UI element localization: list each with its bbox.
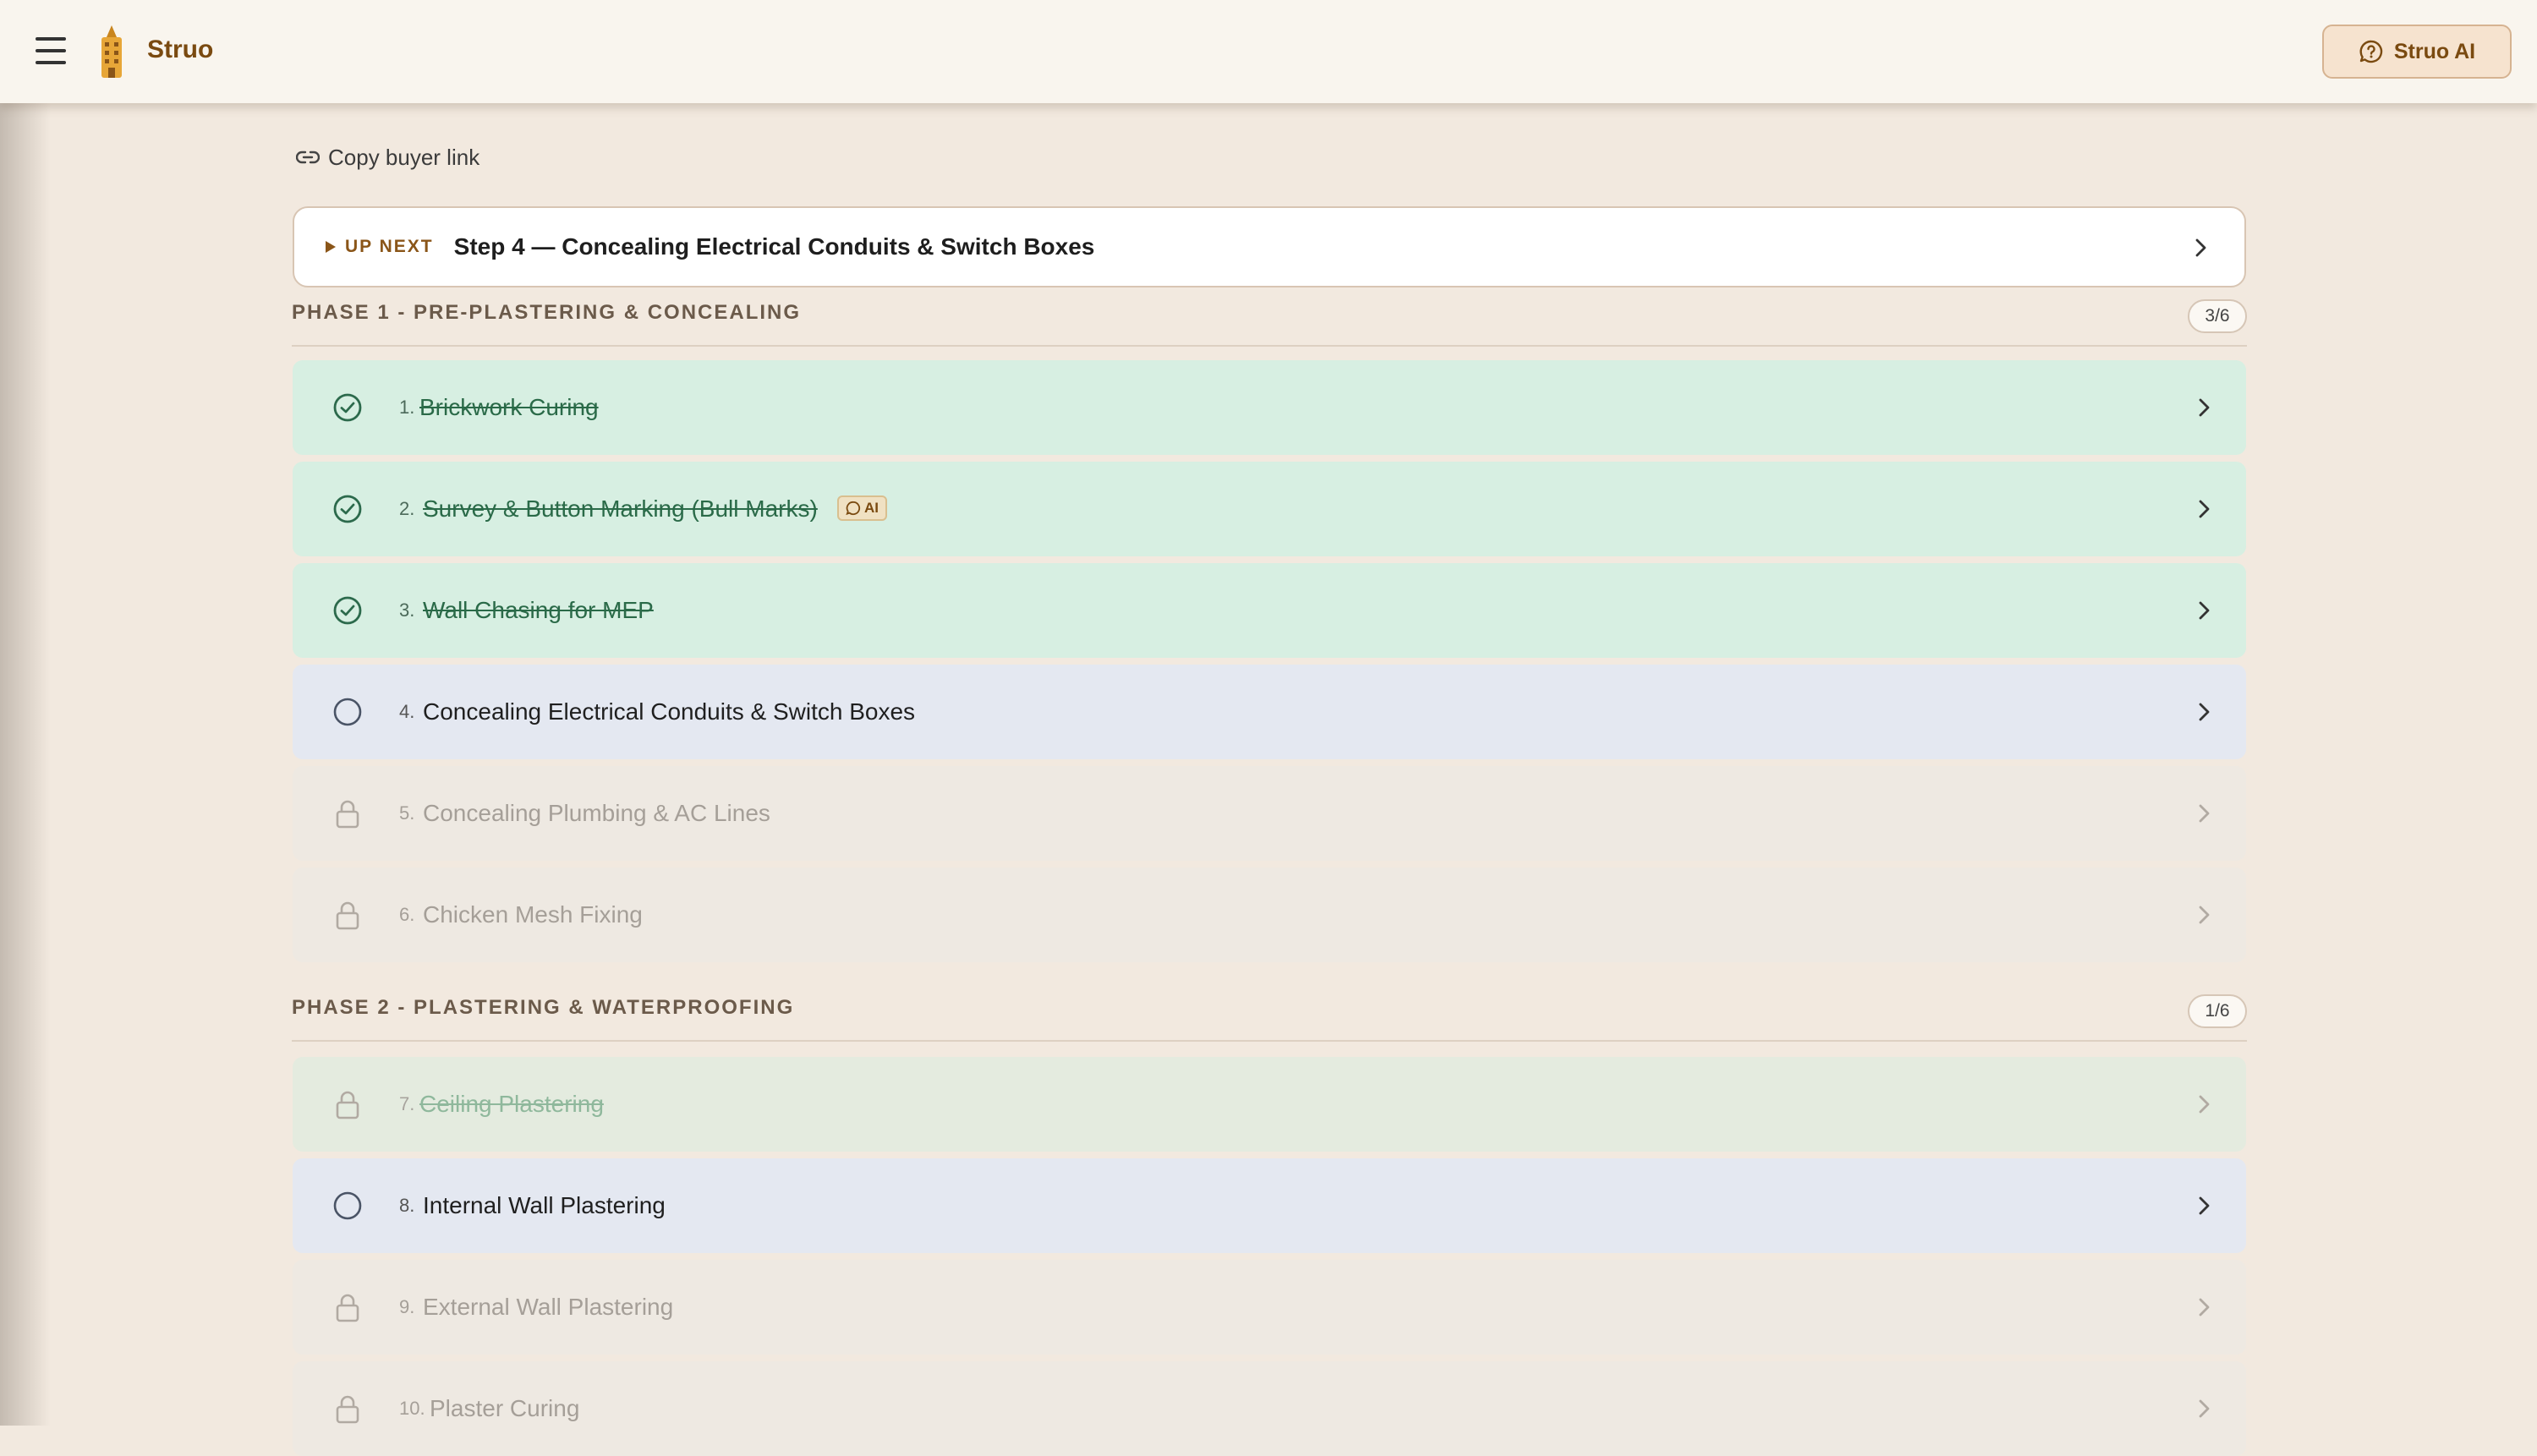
step-label: Survey & Button Marking (Bull Marks) [423,495,818,522]
phase-title: PHASE 1 - PRE-PLASTERING & CONCEALING [292,301,802,324]
step-label: External Wall Plastering [423,1294,674,1320]
check-circle-icon [333,393,362,422]
chat-help-icon [846,501,861,516]
link-icon [296,151,320,164]
lock-icon [336,1395,359,1424]
empty-circle-icon [333,698,362,726]
step-number: 5. [399,802,415,824]
step-row[interactable]: 3. Wall Chasing for MEP [293,563,2246,658]
phase-progress-badge: 3/6 [2188,299,2247,333]
step-number: 8. [399,1195,415,1216]
ai-badge-label: AI [864,500,879,516]
chevron-right-icon [2199,1095,2210,1114]
step-row[interactable]: 5. Concealing Plumbing & AC Lines [293,766,2246,861]
phase-1-header: PHASE 1 - PRE-PLASTERING & CONCEALING 3/… [292,289,2247,347]
chevron-right-icon [2199,398,2210,417]
step-label: Internal Wall Plastering [423,1192,666,1218]
struo-ai-button[interactable]: Struo AI [2322,25,2512,79]
chevron-right-icon [2199,500,2210,518]
copy-buyer-link[interactable]: Copy buyer link [296,142,479,172]
step-row[interactable]: 2. Survey & Button Marking (Bull Marks) … [293,462,2246,556]
lock-icon [336,1091,359,1119]
chevron-right-icon [2199,804,2210,823]
step-number: 4. [399,701,415,722]
step-label: Ceiling Plastering [419,1091,604,1117]
up-next-card[interactable]: UP NEXT Step 4 — Concealing Electrical C… [293,206,2246,287]
phase-progress-badge: 1/6 [2188,994,2247,1028]
ai-badge: AI [837,495,887,521]
building-logo-icon [101,25,122,78]
lock-icon [336,800,359,829]
step-row[interactable]: 7. Ceiling Plastering [293,1057,2246,1152]
check-circle-icon [333,495,362,523]
step-label: Plaster Curing [430,1395,580,1421]
step-row[interactable]: 4. Concealing Electrical Conduits & Swit… [293,665,2246,759]
step-number: 3. [399,599,415,621]
step-row[interactable]: 6. Chicken Mesh Fixing [293,868,2246,962]
chevron-right-icon [2199,601,2210,620]
step-row[interactable]: 9. External Wall Plastering [293,1260,2246,1355]
chat-help-icon [2359,40,2382,63]
top-header: Struo Struo AI [0,0,2537,103]
step-number: 1. [399,397,415,418]
side-shadow [0,0,51,1426]
step-number: 9. [399,1296,415,1317]
chevron-right-icon [2199,906,2210,924]
chevron-right-icon [2195,238,2206,257]
step-label: Wall Chasing for MEP [423,597,654,623]
lock-icon [336,901,359,930]
phase-2-header: PHASE 2 - PLASTERING & WATERPROOFING 1/6 [292,984,2247,1042]
step-row[interactable]: 8. Internal Wall Plastering [293,1158,2246,1253]
chevron-right-icon [2199,1399,2210,1418]
hamburger-menu-icon[interactable] [36,37,66,66]
up-next-tag: UP NEXT [325,237,434,257]
step-label: Brickwork Curing [419,394,599,420]
step-label: Concealing Plumbing & AC Lines [423,800,770,826]
step-label: Chicken Mesh Fixing [423,901,643,928]
up-next-title: Step 4 — Concealing Electrical Conduits … [453,233,1095,260]
step-label: Concealing Electrical Conduits & Switch … [423,698,916,725]
step-number: 6. [399,904,415,925]
chevron-right-icon [2199,703,2210,721]
check-circle-icon [333,596,362,625]
empty-circle-icon [333,1191,362,1220]
brand-name: Struo [147,36,214,63]
step-row[interactable]: 10. Plaster Curing [293,1361,2246,1456]
chevron-right-icon [2199,1196,2210,1215]
step-number: 7. [399,1093,415,1114]
chevron-right-icon [2199,1298,2210,1316]
up-next-tag-label: UP NEXT [345,237,434,256]
struo-ai-label: Struo AI [2393,39,2476,63]
step-number: 10. [399,1398,425,1419]
step-number: 2. [399,498,415,519]
phase-title: PHASE 2 - PLASTERING & WATERPROOFING [292,996,795,1019]
step-row[interactable]: 1. Brickwork Curing [293,360,2246,455]
copy-buyer-link-label: Copy buyer link [328,144,480,170]
play-icon [326,241,336,253]
lock-icon [336,1294,359,1322]
